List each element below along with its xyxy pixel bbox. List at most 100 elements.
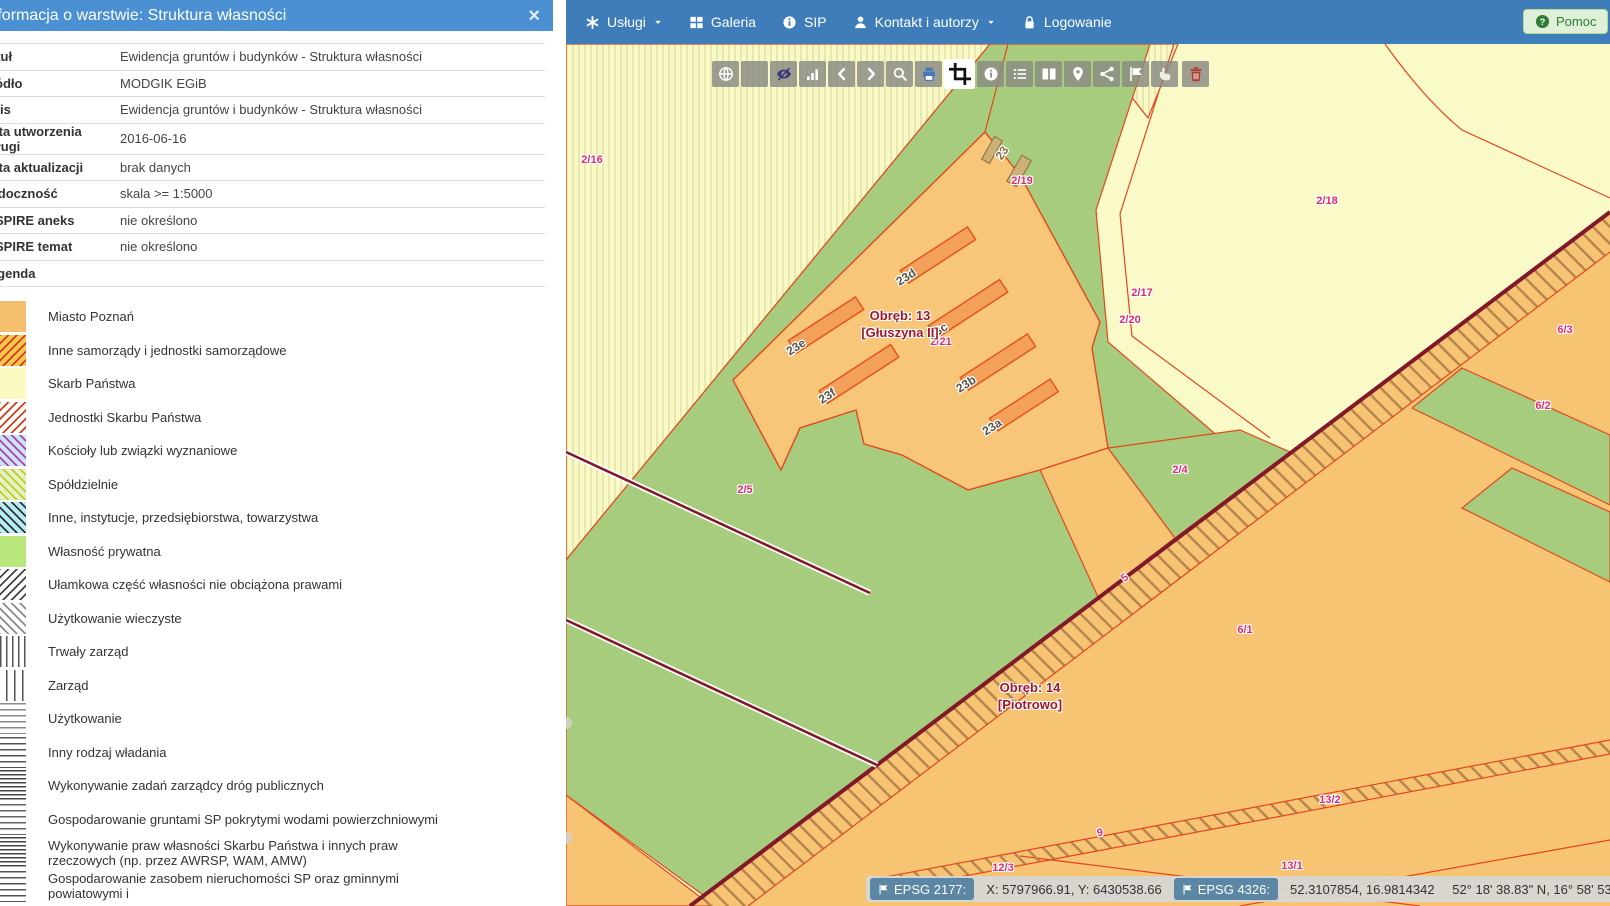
legend-swatch — [0, 335, 26, 366]
help-button[interactable]: ? Pomoc — [1523, 9, 1608, 34]
metadata-row: Widoczność skala >= 1:5000 — [0, 181, 545, 208]
epsg-4326-coordinates: 52.3107854, 16.9814342 52° 18' 38.83" N,… — [1280, 882, 1610, 897]
metadata-label: Widoczność — [0, 186, 120, 201]
legend-item: Inne, instytucje, przedsiębiorstwa, towa… — [0, 502, 545, 533]
parcel-label: 2/20 — [1119, 314, 1140, 326]
columns-icon — [1041, 66, 1057, 82]
legend-heading: Legenda — [0, 266, 120, 281]
nav-item-label: Kontakt i autorzy — [875, 14, 979, 30]
legend-item-label: Inne, instytucje, przedsiębiorstwa, towa… — [48, 510, 318, 525]
angle-double-left-icon — [747, 66, 763, 82]
toolbar-button[interactable] — [770, 61, 797, 87]
map-canvas — [566, 44, 1610, 906]
metadata-value: skala >= 1:5000 — [120, 186, 213, 201]
parcel-label: 13/1 — [1281, 860, 1302, 872]
metadata-row: Tytuł Ewidencja gruntów i budynków - Str… — [0, 44, 545, 71]
legend-swatch — [0, 435, 26, 466]
legend-swatch — [0, 804, 26, 835]
legend-item-label: Inny rodzaj władania — [48, 745, 167, 760]
eye-slash-icon — [776, 66, 792, 82]
list-icon — [1012, 66, 1028, 82]
toolbar-button[interactable] — [944, 59, 975, 89]
main-pane: Usługi Galeria SIP Kontakt i autorzy — [566, 0, 1610, 906]
nav-item[interactable]: SIP — [769, 0, 840, 44]
question-icon: ? — [1535, 14, 1550, 29]
nav-item[interactable]: Kontakt i autorzy — [840, 0, 1009, 44]
dialog-body: Tytuł Ewidencja gruntów i budynków - Str… — [0, 43, 553, 902]
toolbar-button[interactable] — [741, 61, 768, 87]
toolbar-button[interactable] — [1006, 61, 1033, 87]
toolbar-button[interactable] — [1035, 61, 1062, 87]
legend-item-label: Ułamkowa część własności nie obciążona p… — [48, 577, 342, 592]
district-name: Obręb: 13 — [861, 308, 938, 325]
toolbar-button[interactable] — [712, 61, 739, 87]
toolbar-button[interactable] — [1093, 61, 1120, 87]
legend-list: Miasto Poznań Inne samorządy i jednostki… — [0, 287, 545, 902]
legend-swatch — [0, 636, 26, 667]
toolbar-button[interactable] — [799, 61, 826, 87]
toolbar-button[interactable] — [1151, 61, 1178, 87]
legend-item: Trwały zarząd — [0, 636, 545, 667]
toolbar-button[interactable] — [1122, 61, 1149, 87]
share-icon — [1099, 66, 1115, 82]
map-viewport[interactable]: 2/16 2/19 2/18 2/17 2/20 6/3 2/21 6/2 2/… — [566, 44, 1610, 906]
metadata-value: 2016-06-16 — [120, 131, 187, 146]
coordinates-dms: 52° 18' 38.83" N, 16° 58' 53.16" E — [1452, 882, 1610, 897]
parcel-label: 6/2 — [1535, 400, 1550, 412]
chevron-down-icon — [653, 17, 663, 27]
metadata-row: Data aktualizacji brak danych — [0, 155, 545, 182]
close-icon[interactable]: × — [528, 6, 540, 26]
metadata-label: Źródło — [0, 76, 120, 91]
svg-text:?: ? — [1540, 17, 1546, 27]
map-toolbar — [712, 61, 1209, 89]
parcel-label: 2/5 — [737, 484, 752, 496]
legend-swatch — [0, 703, 26, 734]
top-navbar: Usługi Galeria SIP Kontakt i autorzy — [566, 0, 1610, 44]
legend-heading-row: Legenda — [0, 261, 545, 288]
nav-item[interactable]: Logowanie — [1009, 0, 1125, 44]
metadata-label: Tytuł — [0, 49, 120, 64]
signal-bars-icon — [805, 66, 821, 82]
legend-item-label: Gospodarowanie gruntami SP pokrytymi wod… — [48, 812, 438, 827]
metadata-row: INSPIRE aneks nie określono — [0, 208, 545, 235]
legend-swatch — [0, 603, 26, 634]
district-alias: [Głuszyna II] — [861, 325, 938, 342]
metadata-value: MODGIK EGiB — [120, 76, 207, 91]
parcel-label: 6/3 — [1557, 324, 1572, 336]
chevron-right-icon — [863, 66, 879, 82]
toolbar-button[interactable] — [1182, 61, 1209, 87]
legend-item-label: Skarb Państwa — [48, 376, 135, 391]
toolbar-button[interactable] — [915, 61, 942, 87]
flag-icon — [1182, 884, 1193, 895]
nav-item-label: Usługi — [607, 14, 646, 30]
map-marker-icon — [1070, 66, 1086, 82]
toolbar-button[interactable] — [886, 61, 913, 87]
coordinates-decimal: 52.3107854, 16.9814342 — [1290, 882, 1435, 897]
toolbar-button[interactable] — [857, 61, 884, 87]
metadata-label: Opis — [0, 102, 120, 117]
metadata-row: Opis Ewidencja gruntów i budynków - Stru… — [0, 97, 545, 124]
legend-item-label: Spółdzielnie — [48, 477, 118, 492]
legend-item: Miasto Poznań — [0, 301, 545, 332]
metadata-row: Data utworzenia usługi 2016-06-16 — [0, 124, 545, 155]
legend-item: Kościoły lub związki wyznaniowe — [0, 435, 545, 466]
metadata-label: INSPIRE aneks — [0, 213, 120, 228]
toolbar-button[interactable] — [828, 61, 855, 87]
legend-swatch — [0, 871, 26, 902]
parcel-label: 2/4 — [1172, 464, 1187, 476]
print-icon — [921, 66, 937, 82]
legend-item: Inny rodzaj władania — [0, 737, 545, 768]
nav-item[interactable]: Galeria — [676, 0, 769, 44]
legend-swatch — [0, 502, 26, 533]
info-nav-icon — [782, 15, 797, 30]
nav-item[interactable]: Usługi — [572, 0, 676, 44]
metadata-value: nie określono — [120, 213, 197, 228]
dialog-header: Informacja o warstwie: Struktura własnoś… — [0, 0, 553, 31]
legend-swatch — [0, 368, 26, 399]
epsg-2177-badge: EPSG 2177: — [870, 878, 974, 900]
toolbar-button[interactable] — [977, 61, 1004, 87]
legend-item: Inne samorządy i jednostki samorządowe — [0, 335, 545, 366]
toolbar-button[interactable] — [1064, 61, 1091, 87]
legend-swatch — [0, 469, 26, 500]
metadata-value: nie określono — [120, 239, 197, 254]
